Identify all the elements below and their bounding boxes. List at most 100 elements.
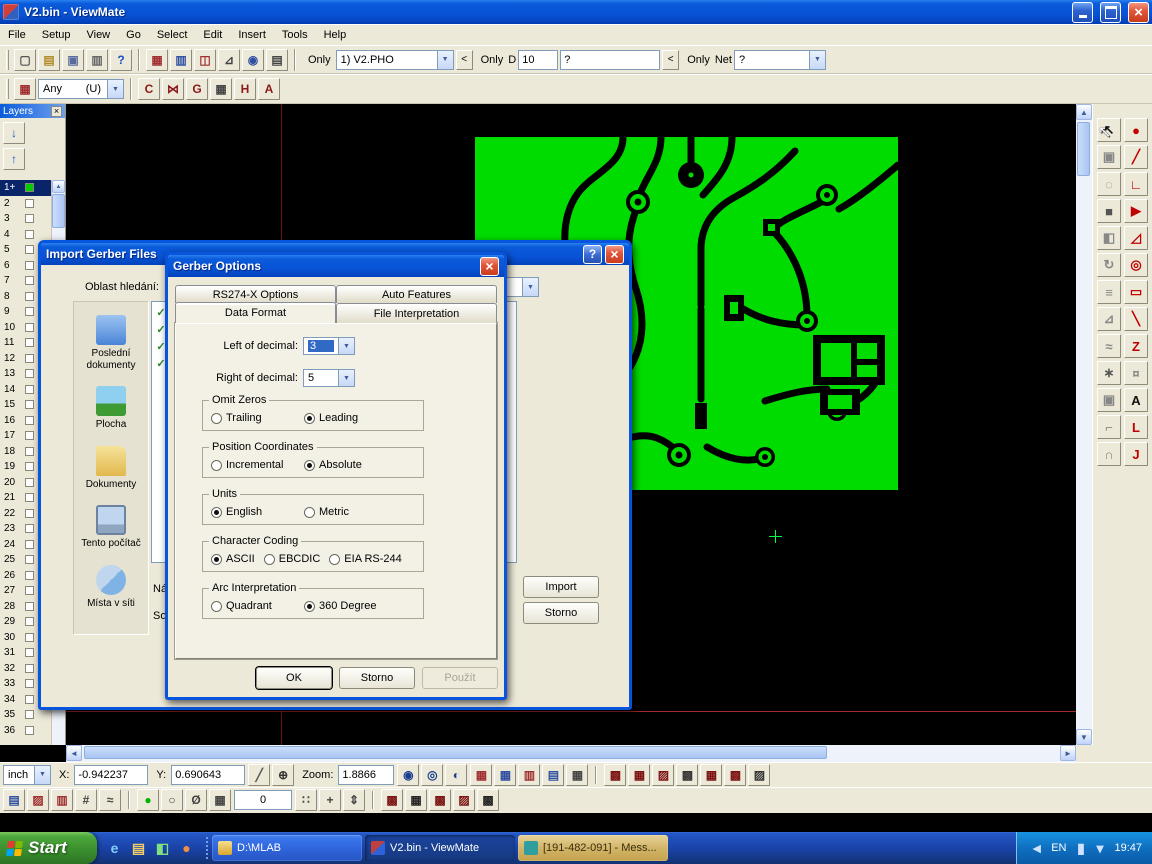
minimize-button[interactable] <box>1072 2 1093 23</box>
context-help-icon[interactable]: ? <box>110 49 132 71</box>
layer-color-swatch[interactable] <box>25 183 34 192</box>
chevron-down-icon[interactable] <box>107 80 123 98</box>
dot-grid-icon[interactable]: ∷ <box>295 789 317 811</box>
grid-snap-icon[interactable]: ▦ <box>210 78 232 100</box>
layer-color-swatch[interactable] <box>25 540 34 549</box>
highlight-c-icon[interactable]: C <box>138 78 160 100</box>
radio-trailing[interactable]: Trailing <box>211 412 295 424</box>
scrollbar-thumb[interactable] <box>84 746 827 759</box>
mirror-tool-icon[interactable]: ◧ <box>1097 226 1121 250</box>
radio-eia-rs-244[interactable]: EIA RS-244 <box>329 553 401 565</box>
l-shape-tool-icon[interactable]: L <box>1124 415 1148 439</box>
place-dokumenty[interactable]: Dokumenty <box>76 446 146 491</box>
radio-ebcdic[interactable]: EBCDIC <box>264 553 321 565</box>
layer-color-swatch[interactable] <box>25 199 34 208</box>
menu-insert[interactable]: Insert <box>230 27 274 43</box>
layer-color-swatch[interactable] <box>25 385 34 394</box>
layer-down-icon[interactable]: ↓ <box>3 122 25 144</box>
stamp-tool-icon[interactable]: ▣ <box>1097 388 1121 412</box>
radio-english[interactable]: English <box>211 506 295 518</box>
prev-layer-button[interactable]: < <box>456 50 473 70</box>
fill-style-1-icon[interactable]: ▩ <box>381 789 403 811</box>
chevron-down-icon[interactable] <box>34 766 50 784</box>
text-tool-icon[interactable]: A <box>1124 388 1148 412</box>
cancel-button[interactable]: Storno <box>339 667 415 689</box>
text-a-icon[interactable]: A <box>258 78 280 100</box>
pattern-sparse-icon[interactable]: ▨ <box>748 764 770 786</box>
help-icon[interactable] <box>583 245 602 264</box>
hash-icon[interactable]: # <box>75 789 97 811</box>
new-file-icon[interactable]: ▢ <box>14 49 36 71</box>
grid-toggle-icon[interactable]: ▦ <box>209 789 231 811</box>
pattern-solid-icon[interactable]: ▩ <box>604 764 626 786</box>
layer-combo[interactable]: 1) V2.PHO <box>336 50 454 70</box>
zoom-in-icon[interactable]: ◉ <box>397 764 419 786</box>
fill-style-2-icon[interactable]: ▦ <box>405 789 427 811</box>
triangle-ruler-icon[interactable]: ◿ <box>1124 226 1148 250</box>
unit-combo[interactable]: inch <box>3 765 51 785</box>
highlight-h-icon[interactable]: H <box>234 78 256 100</box>
fill-style-5-icon[interactable]: ▩ <box>477 789 499 811</box>
start-button[interactable]: Start <box>0 832 97 864</box>
radio-incremental[interactable]: Incremental <box>211 459 295 471</box>
layer-color-swatch[interactable] <box>25 416 34 425</box>
layer-color-swatch[interactable] <box>25 710 34 719</box>
radio-ascii[interactable]: ASCII <box>211 553 255 565</box>
j-hook-tool-icon[interactable]: J <box>1124 442 1148 466</box>
radio-leading[interactable]: Leading <box>304 412 358 424</box>
close-icon[interactable] <box>51 106 62 117</box>
backslash-line-icon[interactable]: ╲ <box>1124 307 1148 331</box>
scrollbar-track[interactable] <box>82 745 1060 762</box>
vertical-snap-icon[interactable]: ⇕ <box>343 789 365 811</box>
flash-grid-icon[interactable]: ▥ <box>51 789 73 811</box>
pattern-grid-icon[interactable]: ▦ <box>700 764 722 786</box>
vertical-scrollbar[interactable] <box>1076 104 1092 745</box>
spray-tool-icon[interactable]: ¤ <box>1124 361 1148 385</box>
layer-color-swatch[interactable] <box>25 369 34 378</box>
horizontal-scrollbar[interactable] <box>66 745 1076 762</box>
layer-color-swatch[interactable] <box>25 261 34 270</box>
layer-color-swatch[interactable] <box>25 524 34 533</box>
chevron-down-icon[interactable] <box>437 51 453 69</box>
scroll-down-icon[interactable] <box>1076 729 1092 745</box>
taskbar-button-191-482-091-mess[interactable]: [191-482-091] - Mess... <box>518 835 668 861</box>
layer-color-swatch[interactable] <box>25 323 34 332</box>
quick-ie-icon[interactable]: e <box>106 840 123 857</box>
quick-browser-icon[interactable]: ● <box>178 840 195 857</box>
layer-color-swatch[interactable] <box>25 695 34 704</box>
target-circle-icon[interactable]: ◎ <box>1124 253 1148 277</box>
dcode-input[interactable]: 10 <box>518 50 558 70</box>
flash-pad-tool-icon[interactable]: ● <box>1124 118 1148 142</box>
pattern-dots-icon[interactable]: ▦ <box>628 764 650 786</box>
quick-folder-icon[interactable]: ▤ <box>130 840 147 857</box>
scroll-up-icon[interactable] <box>52 180 65 193</box>
menu-tools[interactable]: Tools <box>274 27 316 43</box>
layer-color-swatch[interactable] <box>25 726 34 735</box>
layer-color-swatch[interactable] <box>25 493 34 502</box>
scroll-right-icon[interactable] <box>1060 745 1076 761</box>
layer-color-swatch[interactable] <box>25 431 34 440</box>
layer-color-swatch[interactable] <box>25 338 34 347</box>
layer-color-swatch[interactable] <box>25 648 34 657</box>
layer-color-swatch[interactable] <box>25 509 34 518</box>
layers-panel-header[interactable]: Layers <box>0 104 65 118</box>
left-decimal-combo[interactable]: 3 <box>303 337 355 355</box>
layer-color-swatch[interactable] <box>25 400 34 409</box>
scroll-up-icon[interactable] <box>1076 104 1092 120</box>
menu-file[interactable]: File <box>0 27 34 43</box>
layer-order-icon[interactable]: ▣ <box>1097 145 1121 169</box>
cancel-button[interactable]: Storno <box>523 602 599 624</box>
layer-row-3[interactable]: 3 <box>0 211 51 227</box>
report-icon[interactable]: ▤ <box>266 49 288 71</box>
import-button[interactable]: Import <box>523 576 599 598</box>
radio-360-degree[interactable]: 360 Degree <box>304 600 377 612</box>
taskbar-button-v2-bin-viewmate[interactable]: V2.bin - ViewMate <box>365 835 515 861</box>
layer-color-swatch[interactable] <box>25 679 34 688</box>
tray-network-icon[interactable]: ▮ <box>1072 840 1089 857</box>
draw-angle-icon[interactable]: ╱ <box>248 764 270 786</box>
pattern-dense-icon[interactable]: ▩ <box>724 764 746 786</box>
radio-metric[interactable]: Metric <box>304 506 349 518</box>
trace-grid-icon[interactable]: ▤ <box>542 764 564 786</box>
toolbar-grip[interactable] <box>6 79 9 99</box>
tray-collapse-icon[interactable]: ◄ <box>1028 840 1045 857</box>
